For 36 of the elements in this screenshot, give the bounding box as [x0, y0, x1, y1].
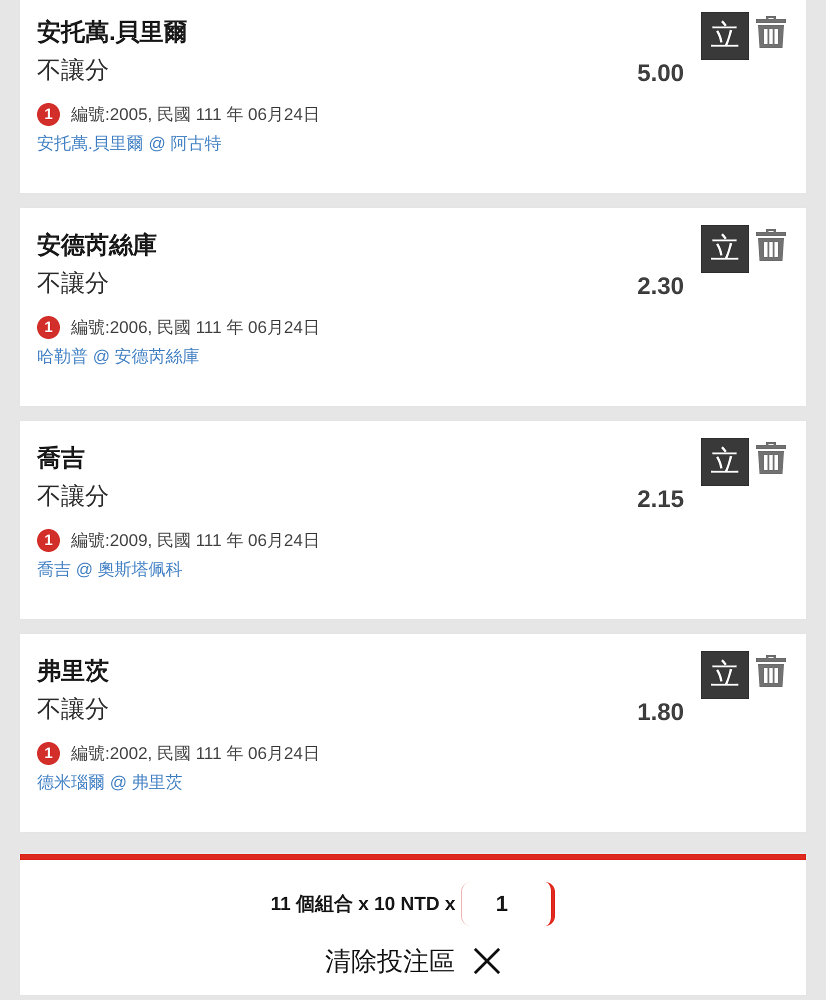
- match-link[interactable]: 喬吉 @ 奧斯塔佩科: [37, 557, 183, 583]
- single-bet-button[interactable]: 立: [701, 651, 749, 699]
- single-bet-button[interactable]: 立: [701, 225, 749, 273]
- odds-value: 5.00: [637, 59, 684, 89]
- trash-icon[interactable]: [754, 441, 788, 475]
- match-link[interactable]: 德米瑙爾 @ 弗里茨: [37, 770, 183, 796]
- clear-bets-button[interactable]: 清除投注區: [321, 941, 505, 981]
- number-badge: 1: [37, 102, 60, 126]
- trash-icon[interactable]: [754, 654, 788, 688]
- player-name: 安托萬.貝里爾: [37, 18, 189, 48]
- odds-value: 1.80: [637, 698, 684, 728]
- match-info: 編號:2009, 民國 111 年 06月24日: [71, 530, 320, 552]
- bet-type: 不讓分: [37, 56, 110, 86]
- multiplier-field[interactable]: 1: [461, 882, 556, 926]
- match-link[interactable]: 安托萬.貝里爾 @ 阿古特: [37, 131, 222, 157]
- match-info: 編號:2005, 民國 111 年 06月24日: [71, 104, 320, 126]
- match-info: 編號:2006, 民國 111 年 06月24日: [71, 316, 320, 338]
- combination-summary: 11 個組合 x 10 NTD x: [270, 893, 456, 917]
- odds-value: 2.30: [637, 272, 684, 302]
- single-bet-button[interactable]: 立: [701, 438, 749, 486]
- player-name: 安德芮絲庫: [37, 231, 158, 261]
- match-link[interactable]: 哈勒普 @ 安德芮絲庫: [37, 344, 200, 370]
- number-badge: 1: [37, 316, 60, 338]
- number-badge: 1: [37, 528, 60, 552]
- bet-type: 不讓分: [37, 482, 110, 512]
- number-badge: 1: [37, 742, 60, 764]
- trash-icon[interactable]: [754, 228, 788, 262]
- match-info: 編號:2002, 民國 111 年 06月24日: [71, 742, 320, 764]
- trash-icon[interactable]: [754, 15, 788, 49]
- bet-type: 不讓分: [37, 695, 110, 725]
- close-icon: [473, 947, 501, 975]
- odds-value: 2.15: [637, 485, 684, 515]
- player-name: 喬吉: [37, 444, 86, 474]
- single-bet-button[interactable]: 立: [701, 12, 749, 60]
- player-name: 弗里茨: [37, 657, 110, 687]
- bet-type: 不讓分: [37, 269, 110, 299]
